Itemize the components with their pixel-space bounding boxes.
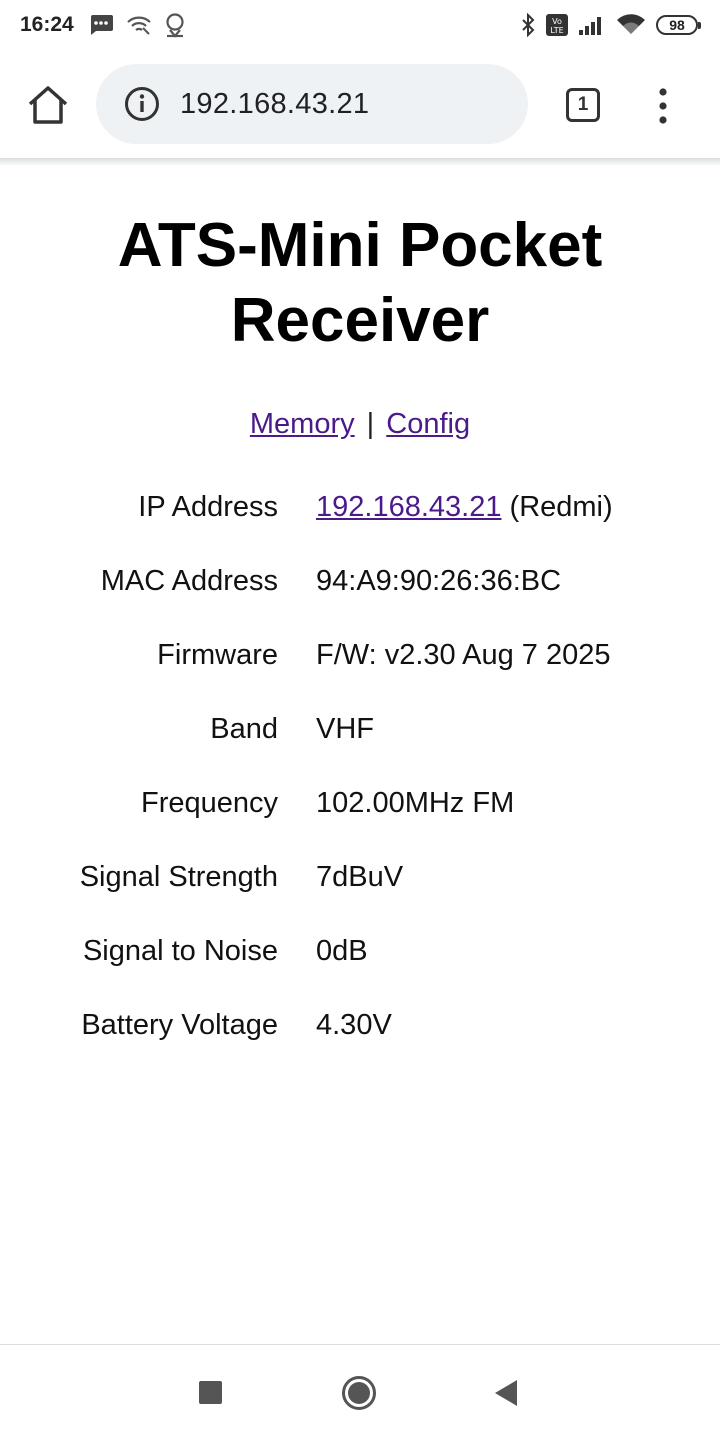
info-value: 94:A9:90:26:36:BC [316, 565, 562, 597]
info-label: Signal Strength [79, 861, 278, 893]
nav-home-icon[interactable] [341, 1375, 377, 1411]
volte-icon: Vo LTE [546, 14, 568, 36]
info-value: 102.00MHz FM [316, 787, 515, 819]
toolbar-divider [0, 158, 720, 166]
recent-apps-icon[interactable] [199, 1381, 222, 1404]
info-row-frequency: Frequency 102.00MHz FM [0, 787, 720, 861]
ip-suffix: (Redmi) [509, 491, 613, 523]
ip-address-link[interactable]: 192.168.43.21 [316, 491, 501, 523]
info-label: MAC Address [100, 565, 278, 597]
home-icon[interactable] [26, 84, 70, 126]
memory-link[interactable]: Memory [250, 408, 355, 440]
info-label: Band [210, 713, 278, 745]
navigation-bar [0, 1344, 720, 1440]
wifi-icon [616, 14, 646, 36]
bluetooth-icon [520, 13, 536, 37]
battery-icon: 98 [656, 15, 701, 35]
page-title: ATS-Mini Pocket Receiver [117, 211, 603, 355]
info-row-mac-address: MAC Address 94:A9:90:26:36:BC [0, 565, 720, 639]
svg-text:Vo: Vo [552, 17, 562, 26]
info-label: Signal to Noise [82, 935, 278, 967]
cell-signal-icon [578, 14, 606, 36]
info-row-signal-strength: Signal Strength 7dBuV [0, 861, 720, 935]
info-icon[interactable] [124, 86, 160, 122]
info-value: F/W: v2.30 Aug 7 2025 [316, 639, 611, 671]
info-label: IP Address [138, 491, 278, 523]
info-value: 4.30V [316, 1009, 392, 1041]
message-icon [88, 13, 114, 37]
status-bar: 16:24 Vo LTE 98 [0, 0, 720, 50]
info-value: 192.168.43.21 (Redmi) [316, 491, 613, 524]
info-value: 0dB [316, 935, 368, 967]
phone-screen: 16:24 Vo LTE 98 192.168.43.21 1 ATS-Mini… [0, 0, 720, 1440]
nav-separator: | [366, 408, 375, 440]
info-row-firmware: Firmware F/W: v2.30 Aug 7 2025 [0, 639, 720, 713]
tab-switcher-icon[interactable]: 1 [566, 88, 600, 122]
back-icon[interactable] [494, 1379, 518, 1407]
more-vert-icon[interactable] [652, 86, 674, 126]
info-row-battery-voltage: Battery Voltage 4.30V [0, 1009, 720, 1083]
status-left: 16:24 [20, 12, 198, 38]
config-link[interactable]: Config [386, 408, 470, 440]
svg-text:LTE: LTE [550, 26, 563, 35]
info-label: Battery Voltage [81, 1009, 278, 1041]
location-icon [164, 12, 186, 38]
info-row-band: Band VHF [0, 713, 720, 787]
browser-toolbar: 192.168.43.21 1 [0, 50, 720, 160]
info-row-signal-to-noise: Signal to Noise 0dB [0, 935, 720, 1009]
status-time: 16:24 [20, 13, 74, 36]
url-text[interactable]: 192.168.43.21 [180, 88, 369, 121]
info-label: Firmware [157, 639, 278, 671]
info-table: IP Address 192.168.43.21 (Redmi) MAC Add… [0, 491, 720, 1083]
page-nav: Memory | Config [0, 408, 720, 441]
status-right: Vo LTE 98 [510, 13, 701, 37]
info-value: VHF [316, 713, 374, 745]
address-bar[interactable]: 192.168.43.21 [96, 64, 528, 144]
info-value: 7dBuV [316, 861, 404, 893]
info-row-ip-address: IP Address 192.168.43.21 (Redmi) [0, 491, 720, 565]
info-label: Frequency [140, 787, 278, 819]
page-content: ATS-Mini Pocket Receiver Memory | Config… [0, 166, 720, 1083]
wifi-calling-icon [126, 14, 152, 36]
